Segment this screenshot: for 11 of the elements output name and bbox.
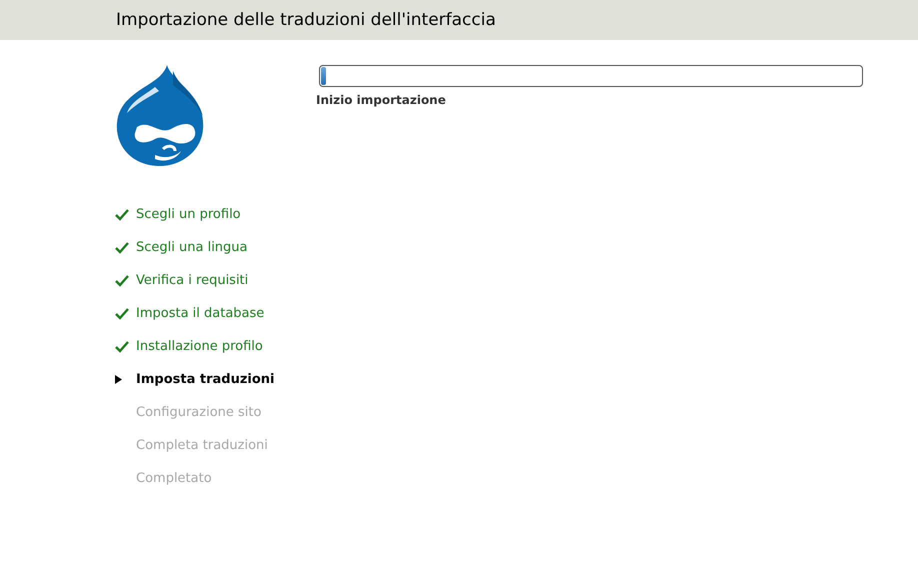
step-label: Completato	[136, 470, 212, 488]
progress-message: Inizio importazione	[316, 92, 447, 109]
step-label: Completa traduzioni	[136, 436, 268, 455]
step-label: Configurazione sito	[136, 404, 262, 422]
step-label: Installazione profilo	[136, 338, 263, 356]
step-label: Scegli un profilo	[136, 206, 241, 224]
step-label: Scegli una lingua	[136, 238, 248, 257]
step-label: Imposta traduzioni	[136, 370, 274, 389]
step-label: Verifica i requisiti	[136, 272, 248, 290]
page-title: Importazione delle traduzioni dell'interfaccia	[116, 10, 496, 30]
step-label: Imposta il database	[136, 304, 264, 323]
